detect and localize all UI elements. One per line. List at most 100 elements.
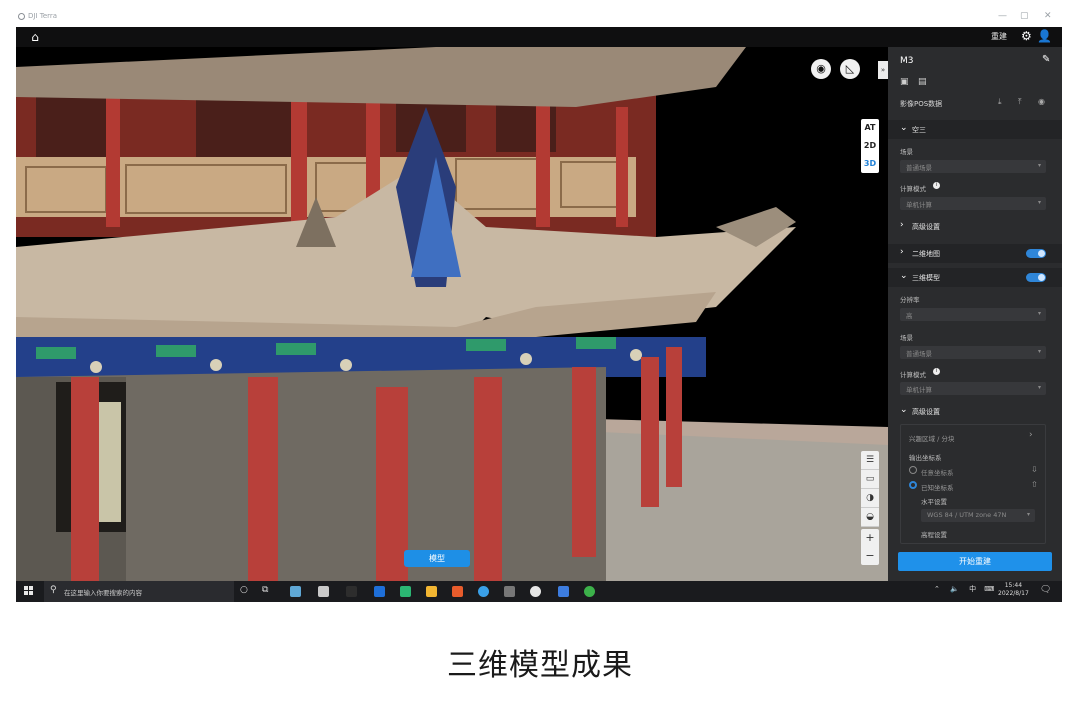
task-view-icon[interactable]: ⧉ xyxy=(262,585,268,595)
chevron-down-icon: ▾ xyxy=(1026,511,1030,518)
taskbar-search[interactable]: ⚲ 在这里输入你要搜索的内容 xyxy=(44,581,234,602)
chevron-down-icon: ▾ xyxy=(1037,310,1041,317)
compute-mode-select[interactable]: 单机计算 ▾ xyxy=(900,382,1046,395)
folder-icon[interactable]: ▤ xyxy=(918,77,927,87)
crs-radio-1[interactable] xyxy=(909,466,917,474)
edit-icon[interactable]: ✎ xyxy=(1042,54,1050,65)
compute-mode-label: 计算模式 xyxy=(900,185,926,193)
taskbar-clock[interactable]: 15:44 2022/8/17 xyxy=(998,582,1029,598)
export-icon[interactable]: ⤒ xyxy=(1018,97,1022,107)
pos-data-label: 影像POS数据 xyxy=(900,100,943,108)
mode-2d[interactable]: 2D xyxy=(861,137,879,155)
chevron-down-icon: ▾ xyxy=(1037,348,1041,355)
close-icon[interactable]: ✕ xyxy=(1044,11,1052,21)
chevron-down-icon: ▾ xyxy=(1037,162,1041,169)
app-icon-6[interactable] xyxy=(426,586,437,597)
speaker-icon[interactable]: 🔈 xyxy=(950,585,959,593)
resolution-select[interactable]: 高 ▾ xyxy=(900,308,1046,321)
resolution-label: 分辨率 xyxy=(900,296,920,304)
scene-select[interactable]: 普通场景 ▾ xyxy=(900,160,1046,173)
app-icon-11[interactable] xyxy=(558,586,569,597)
chevron-down-icon: ⌄ xyxy=(900,123,908,133)
chevron-down-icon: ▾ xyxy=(1037,199,1041,206)
section-3d-model[interactable]: ⌄ 三维模型 xyxy=(888,268,1062,287)
keyboard-icon[interactable]: ⌨ xyxy=(984,585,994,593)
map2d-toggle[interactable] xyxy=(1026,249,1046,258)
info-icon[interactable]: i xyxy=(933,182,940,189)
start-rebuild-button[interactable]: 开始重建 xyxy=(898,552,1052,571)
model-tag-button[interactable]: 模型 xyxy=(404,550,470,567)
roi-label[interactable]: 兴趣区域 / 分块 xyxy=(909,433,954,443)
3d-model-render xyxy=(16,47,888,581)
eye-icon[interactable]: ◉ xyxy=(1038,97,1045,106)
search-icon: ⚲ xyxy=(50,585,57,595)
notification-icon[interactable]: 🗨 xyxy=(1040,585,1051,595)
app-logo-icon xyxy=(18,13,25,20)
crs-option-2: 已知坐标系 xyxy=(921,484,954,492)
chevron-down-icon: ▾ xyxy=(1037,384,1041,391)
app-icon-5[interactable] xyxy=(400,586,411,597)
zoom-out-button[interactable]: − xyxy=(861,547,879,565)
chevron-right-icon[interactable]: › xyxy=(1029,430,1033,440)
crs-radio-2[interactable] xyxy=(909,481,917,489)
maximize-icon[interactable]: ▢ xyxy=(1020,11,1029,21)
chevron-right-icon: › xyxy=(900,247,904,257)
image-icon[interactable]: ▣ xyxy=(900,77,909,87)
rebuild-label[interactable]: 重建 xyxy=(991,31,1007,42)
horizontal-label: 水平设置 xyxy=(921,498,947,506)
camera-icon[interactable]: ◉ xyxy=(811,59,831,79)
elevation-label: 高程设置 xyxy=(921,531,947,539)
mode-at[interactable]: AT xyxy=(861,119,879,137)
mode-3d[interactable]: 3D xyxy=(861,155,879,173)
compute-mode-select[interactable]: 单机计算 ▾ xyxy=(900,197,1046,210)
windows-taskbar: ⚲ 在这里输入你要搜索的内容 ○ ⧉ ⌃ 🔈 中 ⌨ 15:44 2022/8/… xyxy=(16,581,1062,602)
ime-indicator[interactable]: 中 xyxy=(969,585,976,593)
clock-date: 2022/8/17 xyxy=(998,590,1029,597)
minimize-icon[interactable]: — xyxy=(998,11,1007,21)
shading-icon[interactable]: ◑ xyxy=(861,489,879,508)
import-icon[interactable]: ⤓ xyxy=(998,97,1002,107)
model3d-toggle[interactable] xyxy=(1026,273,1046,282)
import-icon[interactable]: ⇩ xyxy=(1031,465,1038,474)
section-2d-map[interactable]: › 二维地图 xyxy=(888,244,1062,263)
measure-icon[interactable]: ◺ xyxy=(840,59,860,79)
app-icon-4[interactable] xyxy=(374,586,385,597)
app-icon-2[interactable] xyxy=(318,586,329,597)
advanced-box: 兴趣区域 / 分块 › 输出坐标系 任意坐标系 ⇩ 已知坐标系 ⇧ 水平设置 W… xyxy=(900,424,1046,544)
lighting-icon[interactable]: ◒ xyxy=(861,508,879,527)
chevron-down-icon: ⌄ xyxy=(900,405,908,415)
chevron-right-icon: › xyxy=(900,220,904,230)
app-icon-9[interactable] xyxy=(504,586,515,597)
gear-icon[interactable]: ⚙ xyxy=(1021,29,1032,43)
app-icon-8[interactable] xyxy=(478,586,489,597)
model-advanced[interactable]: ⌄ 高级设置 xyxy=(888,402,1062,421)
aerotri-advanced[interactable]: › 高级设置 xyxy=(888,217,1062,236)
app-icon-3[interactable] xyxy=(346,586,357,597)
upload-icon[interactable]: ⇧ xyxy=(1031,480,1038,489)
scene-label: 场景 xyxy=(900,148,913,156)
app-icon-10[interactable] xyxy=(530,586,541,597)
user-icon[interactable]: 👤 xyxy=(1037,29,1052,43)
window-title: DJI Terra xyxy=(28,12,58,20)
zoom-in-button[interactable]: + xyxy=(861,529,879,547)
layers-icon[interactable]: ☰ xyxy=(861,451,879,470)
home-icon[interactable]: ⌂ xyxy=(28,30,42,44)
cortana-icon[interactable]: ○ xyxy=(240,585,248,595)
app-icon-7[interactable] xyxy=(452,586,463,597)
view-mode-switch: AT 2D 3D xyxy=(861,119,879,173)
zoom-controls: + − xyxy=(861,529,879,565)
frame-icon[interactable]: ▭ xyxy=(861,470,879,489)
scene-select[interactable]: 普通场景 ▾ xyxy=(900,346,1046,359)
crs-option-1: 任意坐标系 xyxy=(921,469,954,477)
windows-start-icon[interactable] xyxy=(24,586,34,596)
section-aerotri[interactable]: ⌄ 空三 xyxy=(888,120,1062,139)
figure-caption: 三维模型成果 xyxy=(447,648,633,683)
horizontal-crs-select[interactable]: WGS 84 / UTM zone 47N ▾ xyxy=(921,509,1035,522)
panel-collapse-button[interactable]: » xyxy=(878,61,888,79)
info-icon[interactable]: i xyxy=(933,368,940,375)
chevron-up-icon[interactable]: ⌃ xyxy=(934,585,940,593)
wechat-icon[interactable] xyxy=(584,586,595,597)
output-crs-label: 输出坐标系 xyxy=(909,454,942,462)
app-icon-1[interactable] xyxy=(290,586,301,597)
3d-viewport[interactable]: ◉ ◺ » AT 2D 3D ☰ ▭ ◑ ◒ + − 模型 xyxy=(16,47,888,581)
